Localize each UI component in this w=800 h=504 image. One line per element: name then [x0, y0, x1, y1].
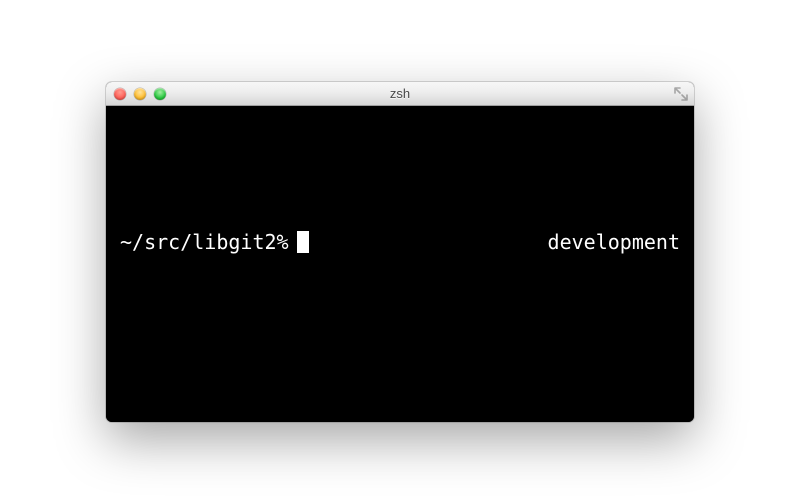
close-icon[interactable] [114, 88, 126, 100]
prompt-left: ~/src/libgit2% [120, 230, 309, 254]
prompt-right: development [548, 230, 680, 254]
prompt-line: ~/src/libgit2% development [120, 230, 680, 254]
traffic-lights [114, 88, 166, 100]
terminal-window: zsh ~/src/libgit2% development [106, 82, 694, 422]
minimize-icon[interactable] [134, 88, 146, 100]
terminal-body[interactable]: ~/src/libgit2% development [106, 106, 694, 422]
fullscreen-icon[interactable] [674, 87, 688, 101]
cursor-icon [297, 231, 309, 253]
prompt-path: ~/src/libgit2% [120, 230, 289, 254]
window-title: zsh [106, 86, 694, 101]
titlebar[interactable]: zsh [106, 82, 694, 106]
zoom-icon[interactable] [154, 88, 166, 100]
